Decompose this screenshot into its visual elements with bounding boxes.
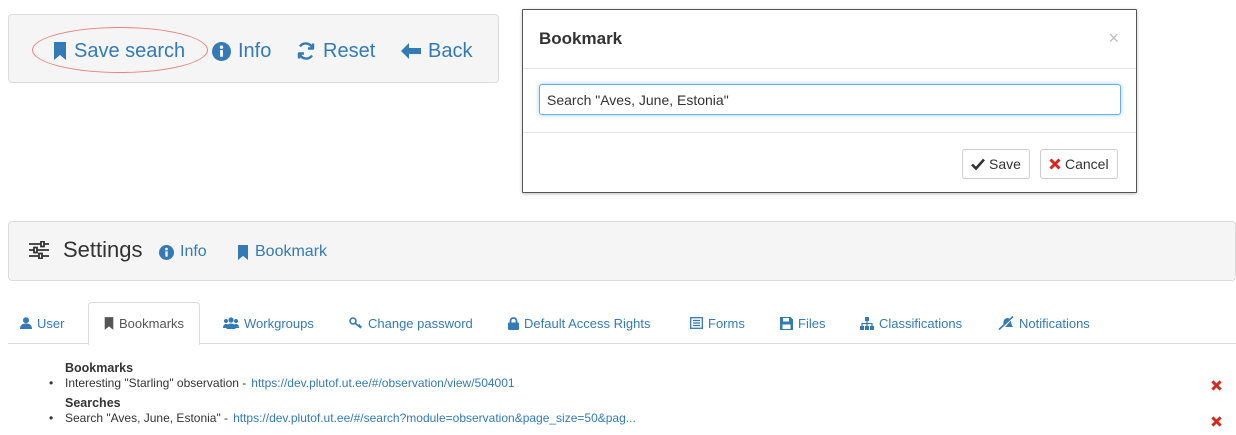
tab-label: Workgroups: [244, 315, 314, 331]
settings-bookmark-label: Bookmark: [255, 243, 328, 260]
search-toolbar: Save search Info Reset Back: [8, 14, 499, 83]
tab-workgroups[interactable]: Workgroups: [223, 302, 314, 344]
users-icon: [223, 317, 239, 329]
tab-label: Notifications: [1019, 315, 1090, 331]
lock-icon: [508, 316, 519, 330]
floppy-icon: [780, 316, 793, 330]
search-name: Search "Aves, June, Estonia" -: [65, 411, 229, 425]
bell-off-icon: [998, 316, 1014, 330]
check-icon: [971, 158, 985, 170]
arrow-left-icon: [401, 43, 421, 59]
cross-icon: [1049, 158, 1061, 170]
tab-label: Bookmarks: [119, 316, 185, 331]
tab-notifications[interactable]: Notifications: [998, 302, 1090, 344]
save-search-button[interactable]: Save search: [53, 37, 185, 65]
modal-body: [523, 69, 1136, 133]
list-alt-icon: [690, 317, 703, 329]
modal-footer: Save Cancel: [523, 133, 1136, 192]
save-label: Save: [989, 156, 1021, 172]
tab-files[interactable]: Files: [780, 302, 825, 344]
search-link[interactable]: https://dev.plutof.ut.ee/#/search?module…: [233, 411, 636, 425]
modal-title: Bookmark: [539, 29, 623, 48]
tab-label: Forms: [708, 315, 745, 331]
tab-label: Default Access Rights: [524, 315, 651, 331]
bookmark-icon: [53, 42, 67, 60]
tree-icon: [860, 316, 874, 330]
cancel-label: Cancel: [1065, 156, 1109, 172]
save-button[interactable]: Save: [962, 149, 1030, 179]
settings-title-label: Settings: [63, 237, 143, 262]
back-label: Back: [428, 39, 473, 62]
tab-label: User: [37, 315, 65, 331]
tab-label: Files: [798, 315, 826, 331]
info-label: Info: [238, 39, 272, 62]
bookmarks-heading: Bookmarks: [65, 361, 134, 375]
info-icon: [212, 41, 231, 61]
settings-bookmark-button[interactable]: Bookmark: [237, 243, 327, 261]
cancel-button[interactable]: Cancel: [1040, 149, 1118, 179]
page-title: Settings: [29, 237, 143, 263]
info-icon: [159, 244, 174, 260]
bookmark-modal: Bookmark × Save Cancel: [522, 9, 1137, 193]
bookmark-name-input[interactable]: [539, 84, 1121, 115]
refresh-icon: [296, 41, 316, 61]
searches-heading: Searches: [65, 396, 121, 410]
delete-icon[interactable]: [1211, 380, 1222, 391]
sliders-icon: [29, 241, 49, 259]
settings-tabs: User Bookmarks Workgroups Change passwor…: [8, 302, 1236, 345]
tab-forms[interactable]: Forms: [690, 302, 745, 344]
settings-header-panel: Settings Info Bookmark: [8, 221, 1236, 281]
back-button[interactable]: Back: [401, 37, 472, 65]
list-bullet: •: [49, 411, 54, 425]
reset-label: Reset: [323, 39, 376, 62]
delete-icon[interactable]: [1211, 416, 1222, 427]
tab-classifications[interactable]: Classifications: [860, 302, 962, 344]
key-icon: [349, 317, 363, 329]
bookmark-icon: [237, 244, 249, 260]
tab-label: Change password: [368, 315, 473, 331]
save-search-label: Save search: [74, 39, 186, 62]
settings-info-label: Info: [180, 243, 207, 260]
settings-info-button[interactable]: Info: [159, 243, 207, 261]
tab-user[interactable]: User: [20, 302, 64, 344]
tab-label: Classifications: [879, 315, 963, 331]
bookmark-name: Interesting "Starling" observation -: [65, 376, 247, 390]
close-icon[interactable]: ×: [1108, 28, 1119, 49]
modal-header: Bookmark ×: [523, 10, 1136, 69]
reset-button[interactable]: Reset: [296, 37, 375, 65]
bookmark-icon: [104, 317, 114, 330]
tab-default-access-rights[interactable]: Default Access Rights: [508, 302, 650, 344]
tab-change-password[interactable]: Change password: [349, 302, 473, 344]
tab-bookmarks[interactable]: Bookmarks: [88, 302, 201, 345]
list-item: • Search "Aves, June, Estonia" - https:/…: [49, 411, 636, 425]
list-bullet: •: [49, 376, 54, 390]
bookmark-link[interactable]: https://dev.plutof.ut.ee/#/observation/v…: [251, 376, 514, 390]
list-item: • Interesting "Starling" observation - h…: [49, 376, 515, 390]
user-icon: [20, 317, 32, 329]
info-button[interactable]: Info: [212, 37, 271, 65]
